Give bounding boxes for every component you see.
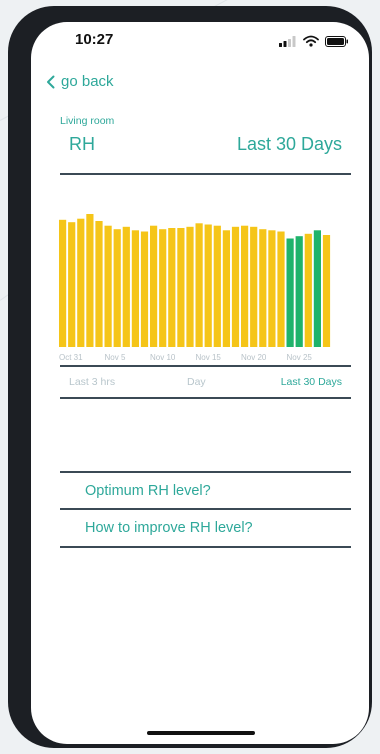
divider bbox=[60, 365, 351, 367]
status-time: 10:27 bbox=[75, 31, 114, 48]
phone-screen: 10:27 go back Living room RH Last 30 Day… bbox=[31, 22, 369, 744]
chart-bar bbox=[159, 229, 167, 347]
divider bbox=[60, 546, 351, 548]
divider bbox=[60, 397, 351, 399]
tab-day[interactable]: Day bbox=[187, 376, 206, 388]
room-label: Living room bbox=[60, 115, 115, 127]
chart-bar bbox=[186, 226, 194, 347]
tab-label: Last 3 hrs bbox=[69, 376, 116, 388]
chart-bar bbox=[131, 230, 139, 347]
chart-bar bbox=[231, 226, 240, 347]
chart-bar bbox=[250, 226, 258, 347]
x-tick-label: Nov 15 bbox=[196, 353, 222, 362]
chart-bar bbox=[204, 224, 212, 347]
chart-bar bbox=[68, 222, 76, 347]
chart-bar bbox=[77, 218, 85, 347]
tab-label: Last 30 Days bbox=[280, 376, 342, 388]
chart-bar bbox=[304, 233, 312, 347]
tab-last-3-hrs[interactable]: Last 3 hrs bbox=[69, 376, 115, 388]
chart-bar bbox=[195, 223, 203, 347]
x-tick-label: Nov 20 bbox=[241, 353, 267, 362]
go-back-button[interactable]: go back bbox=[46, 73, 114, 90]
faq-optimum-rh[interactable]: Optimum RH level? bbox=[85, 483, 211, 499]
chart-bar bbox=[295, 236, 303, 347]
chevron-left-icon bbox=[47, 75, 55, 88]
chart-bar bbox=[313, 230, 321, 347]
chart-bar bbox=[59, 219, 67, 347]
chart-bar bbox=[177, 228, 185, 347]
tab-label: Day bbox=[187, 376, 206, 388]
chart-bar bbox=[122, 226, 130, 347]
x-tick-label: Nov 25 bbox=[287, 353, 313, 362]
chart-bar bbox=[86, 214, 94, 347]
wifi-icon bbox=[303, 35, 319, 47]
divider bbox=[60, 173, 351, 175]
x-tick-label: Nov 10 bbox=[150, 353, 176, 362]
chart-bar bbox=[241, 225, 249, 347]
period-title: Last 30 Days bbox=[236, 134, 342, 154]
status-icons bbox=[279, 35, 349, 47]
x-tick-label: Oct 31 bbox=[59, 353, 83, 362]
chart-bar bbox=[95, 221, 103, 347]
rh-bar-chart: Oct 31 Nov 5 Nov 10 Nov 15 Nov 20 Nov 25 bbox=[59, 214, 331, 362]
x-tick-label: Nov 5 bbox=[105, 353, 126, 362]
chart-bar bbox=[104, 225, 112, 347]
chart-bar bbox=[150, 225, 158, 347]
chart-bar bbox=[259, 229, 267, 347]
chart-bar bbox=[140, 231, 149, 347]
chart-bar bbox=[277, 231, 285, 347]
chart-bar bbox=[168, 228, 176, 347]
divider bbox=[60, 471, 351, 473]
chart-bar bbox=[213, 225, 221, 347]
go-back-label: go back bbox=[61, 73, 114, 90]
tab-last-30-days[interactable]: Last 30 Days bbox=[281, 376, 342, 388]
metric-title: RH bbox=[69, 134, 95, 154]
chart-bar bbox=[322, 235, 331, 347]
battery-icon bbox=[325, 35, 348, 47]
chart-bar bbox=[222, 230, 230, 347]
phone-frame: 10:27 go back Living room RH Last 30 Day… bbox=[8, 6, 372, 748]
home-indicator bbox=[147, 731, 255, 735]
chart-bar bbox=[286, 238, 294, 347]
cellular-signal-icon bbox=[279, 35, 296, 47]
chart-bar bbox=[113, 229, 121, 347]
faq-improve-rh[interactable]: How to improve RH level? bbox=[85, 520, 253, 536]
chart-bar bbox=[268, 230, 276, 347]
divider bbox=[60, 508, 351, 510]
